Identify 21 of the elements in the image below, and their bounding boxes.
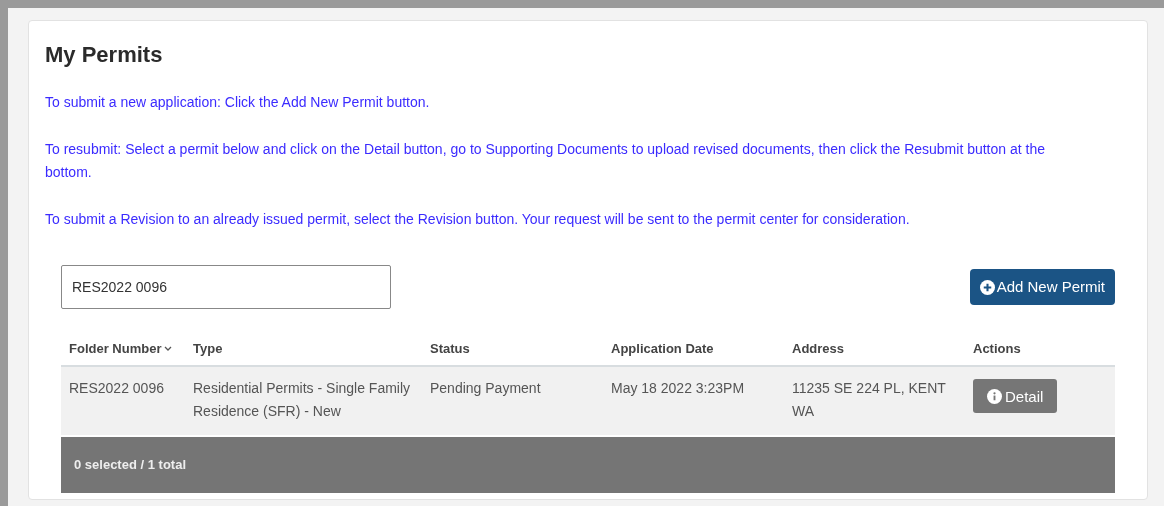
detail-button[interactable]: Detail [973, 379, 1058, 413]
instruction-text: To resubmit: Select a permit below and click on the Detail button, go to Supporting Documents to upload revised documents, then click the Resubmit button at the bottom. [45, 140, 1046, 182]
column-header[interactable]: Application Date [611, 339, 714, 359]
add-new-permit-button[interactable]: Add New Permit [969, 269, 1115, 305]
folder-number: RES2022 0096 [69, 380, 164, 396]
column-header[interactable]: Address [792, 339, 845, 359]
permit-status: Pending Payment [430, 380, 541, 396]
selection-count: 0 selected / 1 total [74, 456, 186, 475]
application-date: May 18 2022 3:23PM [611, 380, 745, 396]
instruction-text: To submit a new application: Click the Add New Permit button. [45, 93, 431, 112]
column-header[interactable]: Actions [973, 339, 1021, 359]
address: 11235 SE 224 PL, KENT WA [792, 380, 946, 419]
page-title: My Permits [45, 41, 164, 69]
plus-circle-icon [979, 279, 995, 295]
column-header[interactable]: Status [430, 339, 470, 359]
instruction-text: To submit a Revision to an already issued permit, select the Revision button. Your request will be sent to the permit center for consideration. [45, 210, 911, 229]
permit-type: Residential Permits - Single Family Residence (SFR) - New [193, 380, 411, 419]
search-field[interactable]: RES2022 0096 [61, 265, 391, 309]
column-header[interactable]: Type [193, 339, 223, 359]
column-header[interactable]: Folder Number [69, 339, 162, 359]
info-icon [987, 388, 1002, 404]
